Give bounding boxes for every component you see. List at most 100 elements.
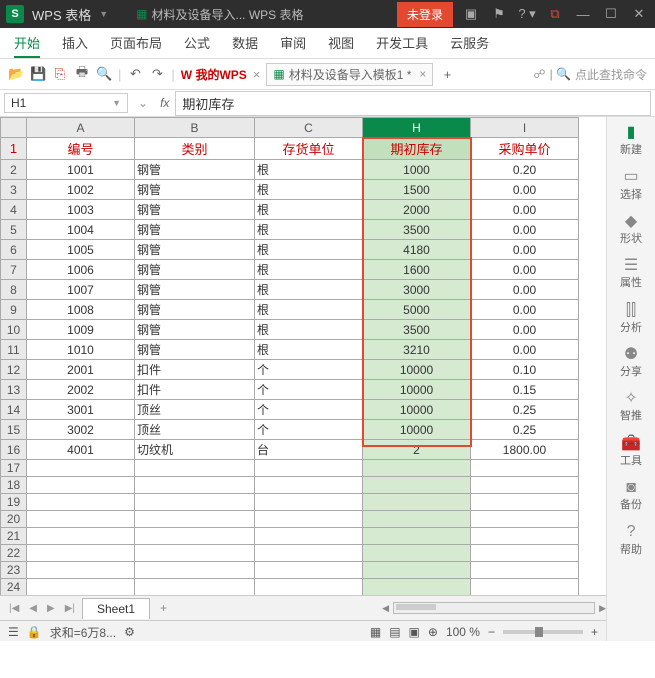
cell[interactable] bbox=[135, 460, 255, 477]
cell[interactable] bbox=[471, 579, 579, 596]
sheet-nav-last-icon[interactable]: ▶| bbox=[62, 603, 78, 614]
cell[interactable]: 1500 bbox=[363, 180, 471, 200]
cell[interactable]: 钢管 bbox=[135, 200, 255, 220]
row-header[interactable]: 16 bbox=[1, 440, 27, 460]
cell[interactable] bbox=[27, 528, 135, 545]
sheet-nav-next-icon[interactable]: ▶ bbox=[44, 603, 58, 614]
row-header[interactable]: 7 bbox=[1, 260, 27, 280]
cell[interactable] bbox=[27, 460, 135, 477]
menu-item[interactable]: 视图 bbox=[328, 33, 354, 58]
cell[interactable]: 个 bbox=[255, 400, 363, 420]
document-tab[interactable]: ▦材料及设备导入模板1 *× bbox=[266, 63, 433, 86]
row-header[interactable]: 19 bbox=[1, 494, 27, 511]
row-header[interactable]: 15 bbox=[1, 420, 27, 440]
doc-tab-close-icon[interactable]: × bbox=[419, 67, 426, 81]
cell[interactable] bbox=[135, 545, 255, 562]
col-header[interactable]: C bbox=[255, 118, 363, 138]
menu-item[interactable]: 审阅 bbox=[280, 33, 306, 58]
cell[interactable] bbox=[363, 562, 471, 579]
cell[interactable] bbox=[471, 477, 579, 494]
col-header[interactable]: B bbox=[135, 118, 255, 138]
save-icon[interactable]: 💾 bbox=[30, 66, 46, 82]
cell[interactable]: 1007 bbox=[27, 280, 135, 300]
menu-item[interactable]: 页面布局 bbox=[110, 33, 162, 58]
side-help[interactable]: ?帮助 bbox=[620, 522, 642, 556]
cell[interactable]: 2001 bbox=[27, 360, 135, 380]
row-header[interactable]: 23 bbox=[1, 562, 27, 579]
row-header[interactable]: 3 bbox=[1, 180, 27, 200]
cell[interactable]: 根 bbox=[255, 240, 363, 260]
view-break-icon[interactable]: ▣ bbox=[409, 625, 420, 639]
sheet-tab[interactable]: Sheet1 bbox=[82, 598, 150, 619]
menu-item[interactable]: 开发工具 bbox=[376, 33, 428, 58]
cell[interactable] bbox=[363, 494, 471, 511]
sheet-nav-prev-icon[interactable]: ◀ bbox=[26, 603, 40, 614]
cell[interactable] bbox=[471, 494, 579, 511]
row-header[interactable]: 4 bbox=[1, 200, 27, 220]
cell[interactable]: 10000 bbox=[363, 400, 471, 420]
add-sheet-icon[interactable]: + bbox=[154, 601, 173, 615]
new-tab-icon[interactable]: + bbox=[439, 67, 455, 82]
status-settings-icon[interactable]: ⚙ bbox=[124, 625, 135, 639]
cell[interactable]: 3000 bbox=[363, 280, 471, 300]
mywps-link[interactable]: W 我的WPS bbox=[181, 66, 247, 83]
cell[interactable]: 0.00 bbox=[471, 260, 579, 280]
cell[interactable] bbox=[363, 579, 471, 596]
header-cell[interactable]: 编号 bbox=[27, 138, 135, 160]
cell[interactable] bbox=[363, 460, 471, 477]
maximize-button[interactable]: ☐ bbox=[601, 6, 621, 22]
cell[interactable] bbox=[255, 545, 363, 562]
close-button[interactable]: ✕ bbox=[629, 6, 649, 22]
tab-close-icon[interactable]: × bbox=[253, 67, 261, 82]
cell[interactable]: 0.00 bbox=[471, 300, 579, 320]
cell[interactable]: 根 bbox=[255, 320, 363, 340]
cell[interactable]: 0.25 bbox=[471, 400, 579, 420]
horizontal-scrollbar[interactable] bbox=[393, 602, 595, 614]
row-header[interactable]: 2 bbox=[1, 160, 27, 180]
row-header[interactable]: 20 bbox=[1, 511, 27, 528]
help-drop-icon[interactable]: ? ▾ bbox=[517, 6, 537, 22]
cell[interactable]: 10000 bbox=[363, 360, 471, 380]
cell[interactable] bbox=[471, 511, 579, 528]
cell[interactable]: 钢管 bbox=[135, 300, 255, 320]
redo-icon[interactable]: ↷ bbox=[149, 66, 165, 82]
zoom-out-icon[interactable]: − bbox=[488, 625, 495, 639]
undo-icon[interactable]: ↶ bbox=[127, 66, 143, 82]
msg-icon[interactable]: ⚑ bbox=[489, 6, 509, 22]
row-header[interactable]: 22 bbox=[1, 545, 27, 562]
cell[interactable]: 0.20 bbox=[471, 160, 579, 180]
cell[interactable]: 10000 bbox=[363, 380, 471, 400]
row-header[interactable]: 21 bbox=[1, 528, 27, 545]
skin-icon[interactable]: ▣ bbox=[461, 6, 481, 22]
cell[interactable] bbox=[27, 511, 135, 528]
cell[interactable]: 2002 bbox=[27, 380, 135, 400]
menu-item[interactable]: 云服务 bbox=[450, 33, 489, 58]
cell[interactable]: 根 bbox=[255, 220, 363, 240]
col-header[interactable]: A bbox=[27, 118, 135, 138]
cell[interactable]: 1008 bbox=[27, 300, 135, 320]
cell[interactable] bbox=[27, 545, 135, 562]
cell[interactable]: 0.00 bbox=[471, 320, 579, 340]
cell[interactable] bbox=[135, 528, 255, 545]
cell[interactable]: 根 bbox=[255, 280, 363, 300]
side-tool[interactable]: 🧰工具 bbox=[620, 434, 642, 468]
cell[interactable]: 个 bbox=[255, 360, 363, 380]
cell[interactable]: 0.10 bbox=[471, 360, 579, 380]
side-select[interactable]: ▭选择 bbox=[620, 167, 642, 201]
cell[interactable]: 1003 bbox=[27, 200, 135, 220]
cell[interactable]: 钢管 bbox=[135, 280, 255, 300]
cell[interactable]: 3500 bbox=[363, 220, 471, 240]
cell[interactable]: 根 bbox=[255, 340, 363, 360]
cell[interactable] bbox=[471, 545, 579, 562]
row-header[interactable]: 1 bbox=[1, 138, 27, 160]
cell[interactable]: 钢管 bbox=[135, 240, 255, 260]
menu-item[interactable]: 插入 bbox=[62, 33, 88, 58]
namebox-drop-icon[interactable]: ▼ bbox=[112, 98, 121, 108]
open-icon[interactable]: 📂 bbox=[8, 66, 24, 82]
cell[interactable]: 1600 bbox=[363, 260, 471, 280]
cell[interactable]: 1005 bbox=[27, 240, 135, 260]
cell[interactable]: 0.25 bbox=[471, 420, 579, 440]
cell[interactable]: 根 bbox=[255, 180, 363, 200]
row-header[interactable]: 6 bbox=[1, 240, 27, 260]
header-cell[interactable]: 采购单价 bbox=[471, 138, 579, 160]
